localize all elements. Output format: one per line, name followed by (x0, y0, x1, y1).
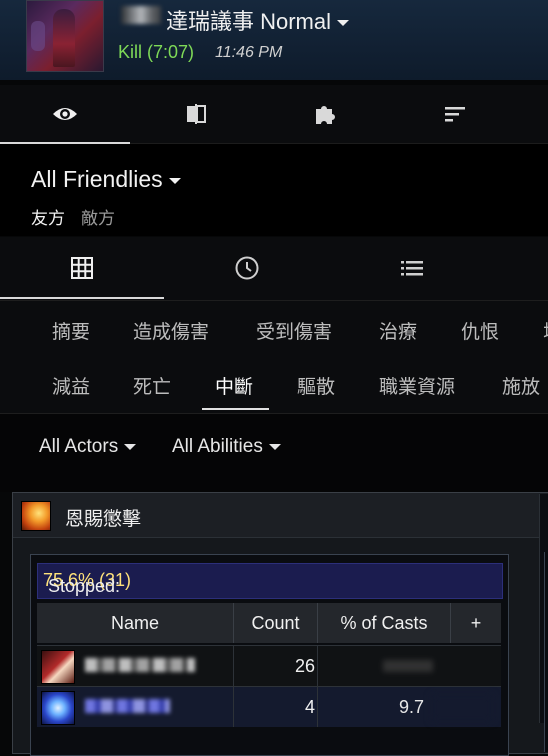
next-panel-edge (539, 494, 548, 752)
cat-damage-taken[interactable]: 受到傷害 (256, 317, 332, 344)
cat-overflow: 增 (543, 317, 548, 344)
cat-healing[interactable]: 治療 (379, 317, 417, 344)
abilities-label: All Abilities (172, 436, 263, 457)
tab-events-view[interactable] (330, 237, 494, 299)
cat-dispels[interactable]: 驅散 (297, 372, 335, 399)
cat-interrupts[interactable]: 中斷 (215, 372, 253, 399)
view-tabs (0, 237, 548, 301)
blurred-player-name (85, 658, 195, 672)
actor-ability-filters: All Actors All Abilities (0, 414, 548, 492)
cat-debuffs[interactable]: 減益 (52, 372, 90, 399)
actors-dropdown[interactable]: All Actors (39, 436, 137, 458)
tab-friendly[interactable]: 友方 (31, 204, 65, 229)
blurred-encounter-prefix (121, 6, 161, 24)
column-count[interactable]: Count (234, 603, 318, 643)
encounter-title-text: 達瑞議事 Normal (166, 9, 332, 34)
boss-avatar (26, 0, 104, 72)
ability-header[interactable]: 恩賜懲擊 (13, 493, 548, 538)
report-header: 達瑞議事 Normal Kill (7:07) 11:46 PM (0, 0, 548, 80)
sort-icon (445, 107, 465, 122)
kill-status: Kill (7:07) (118, 42, 195, 62)
cat-summary[interactable]: 摘要 (52, 317, 90, 344)
percent-fade (432, 695, 492, 721)
active-view-indicator (0, 297, 164, 299)
tab-timeline-view[interactable] (165, 237, 329, 299)
encounter-title[interactable]: 達瑞議事 Normal (166, 4, 350, 36)
chevron-down-icon (337, 20, 350, 27)
cast-percent: 9.7 (399, 697, 425, 717)
tab-sort[interactable] (390, 85, 520, 143)
chevron-down-icon (268, 443, 281, 450)
table-row[interactable]: 4 9.7 (37, 686, 501, 727)
interrupt-table-wrap: Stopped: 75.6% (31) Name Count % of Cast… (30, 554, 509, 756)
tab-enemy[interactable]: 敵方 (81, 204, 115, 229)
table-row[interactable]: 26 (37, 645, 501, 686)
compare-icon (187, 104, 206, 124)
blurred-player-name (85, 699, 170, 713)
actors-label: All Actors (39, 436, 119, 457)
class-icon (41, 691, 75, 725)
tab-overview[interactable] (0, 85, 130, 144)
chevron-down-icon (168, 177, 181, 184)
tab-plugins[interactable] (260, 85, 390, 143)
blurred-percent (383, 660, 433, 672)
class-icon (41, 650, 75, 684)
top-nav (0, 85, 548, 144)
stopped-summary: Stopped: 75.6% (31) (37, 563, 503, 599)
cat-resources[interactable]: 職業資源 (379, 372, 455, 399)
ability-name: 恩賜懲擊 (65, 509, 142, 530)
puzzle-icon (316, 106, 335, 124)
scope-label: All Friendlies (31, 166, 163, 192)
active-category-indicator (202, 408, 269, 410)
clock-icon (235, 256, 259, 280)
chevron-down-icon (124, 443, 137, 450)
cat-damage-done[interactable]: 造成傷害 (133, 317, 209, 344)
cat-threat[interactable]: 仇恨 (461, 317, 499, 344)
tab-compare[interactable] (131, 85, 261, 143)
cat-casts[interactable]: 施放 (502, 372, 540, 399)
scope-dropdown[interactable]: All Friendlies (31, 166, 181, 193)
abilities-dropdown[interactable]: All Abilities (172, 436, 281, 458)
cast-count: 4 (304, 697, 315, 717)
add-column-button[interactable]: + (451, 603, 501, 643)
stopped-label: Stopped: (48, 576, 121, 596)
category-tabs: 摘要 造成傷害 受到傷害 治療 仇恨 增 減益 死亡 中斷 驅散 職業資源 施放 (0, 301, 548, 414)
encounter-time: 11:46 PM (215, 44, 283, 61)
ability-panel: 恩賜懲擊 Stopped: 75.6% (31) Name Count % of… (12, 492, 548, 756)
cat-deaths[interactable]: 死亡 (133, 372, 171, 399)
eye-icon (53, 108, 77, 120)
grid-icon (71, 257, 93, 279)
column-name[interactable]: Name (37, 603, 234, 643)
column-pct-casts[interactable]: % of Casts (318, 603, 451, 643)
cast-count: 26 (294, 656, 315, 676)
friendly-filter: All Friendlies 友方 敵方 (0, 144, 548, 236)
list-icon (401, 261, 423, 276)
fire-spell-icon (21, 501, 51, 531)
tab-table-view[interactable] (0, 237, 164, 299)
